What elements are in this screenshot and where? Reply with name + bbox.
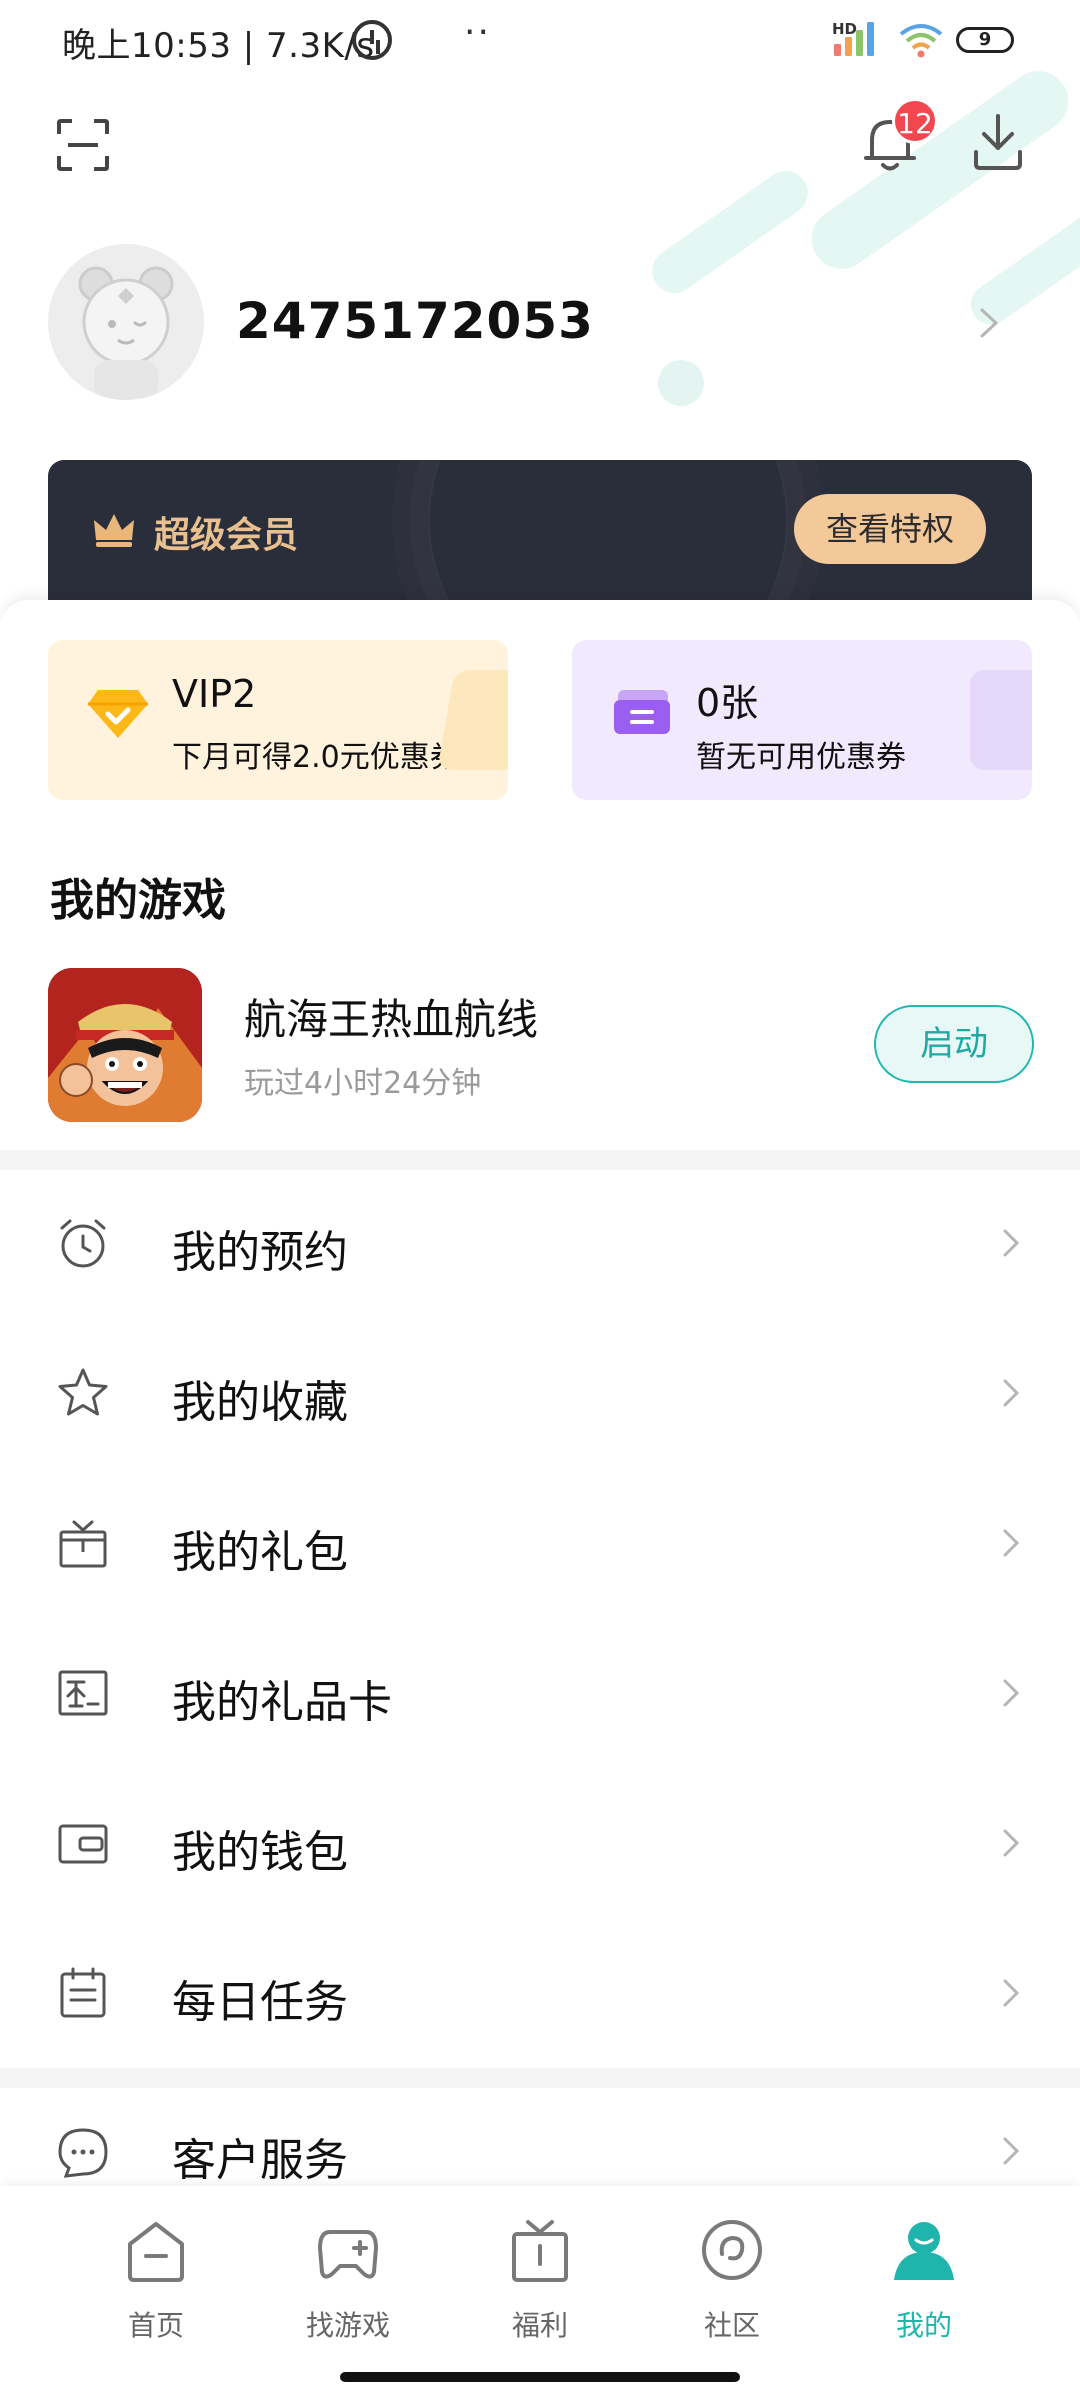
gift-card-icon <box>58 1670 108 1716</box>
menu-item-wallet[interactable]: 我的钱包 <box>0 1768 1080 1918</box>
view-privileges-button[interactable]: 查看特权 <box>794 494 986 564</box>
user-id[interactable]: 2475172053 <box>236 292 594 350</box>
gift-box-icon <box>59 1520 107 1568</box>
avatar-mascot-icon <box>78 266 174 400</box>
pirate-character-icon <box>48 968 202 1122</box>
chevron-right-icon[interactable] <box>976 306 1002 340</box>
chevron-right-icon <box>1003 1679 1020 1707</box>
wallet-icon <box>58 1824 108 1864</box>
chevron-right-icon <box>1003 2137 1020 2165</box>
download-icon[interactable] <box>970 112 1026 174</box>
chevron-right-icon <box>1003 1379 1020 1407</box>
nav-label: 找游戏 <box>305 2309 390 2342</box>
community-icon <box>702 2220 762 2280</box>
signal-icon <box>834 22 874 56</box>
home-indicator[interactable] <box>340 2372 740 2382</box>
game-icon[interactable] <box>48 968 202 1122</box>
menu-item-label: 我的预约 <box>172 1227 348 1278</box>
home-icon <box>128 2222 184 2282</box>
super-member-title: 超级会员 <box>154 515 299 556</box>
diamond-icon <box>88 690 148 738</box>
gift-icon <box>512 2220 568 2282</box>
menu-item-label: 我的钱包 <box>172 1827 348 1878</box>
menu-item-reservations[interactable]: 我的预约 <box>0 1168 1080 1318</box>
profile-icon <box>894 2222 954 2280</box>
card-decoration <box>437 670 508 770</box>
menu-item-label: 每日任务 <box>172 1977 348 2028</box>
chevron-right-icon <box>1003 1979 1020 2007</box>
battery-icon: 9 <box>956 27 1014 53</box>
chevron-right-icon <box>1003 1529 1020 1557</box>
scan-icon[interactable] <box>56 118 110 172</box>
nav-item-benefits[interactable]: 福利 <box>470 2218 610 2358</box>
nav-label: 社区 <box>703 2309 760 2342</box>
alarm-clock-icon <box>60 1219 106 1268</box>
section-divider <box>0 1150 1080 1170</box>
section-divider <box>0 2068 1080 2088</box>
avatar[interactable] <box>48 244 204 400</box>
menu-item-favorites[interactable]: 我的收藏 <box>0 1318 1080 1468</box>
nav-item-find-games[interactable]: 找游戏 <box>278 2218 418 2358</box>
menu-item-label: 客户服务 <box>172 2135 348 2186</box>
coupon-count: 0张 <box>696 681 759 725</box>
wifi-icon <box>899 24 943 58</box>
crown-icon <box>94 514 134 547</box>
status-more-dots: ·· <box>464 12 491 53</box>
menu-item-daily-tasks[interactable]: 每日任务 <box>0 1918 1080 2068</box>
chevron-right-icon <box>1003 1829 1020 1857</box>
nav-item-community[interactable]: 社区 <box>662 2218 802 2358</box>
chat-bubble-icon <box>58 2128 108 2178</box>
vip-level: VIP2 <box>172 672 257 716</box>
menu-item-label: 我的礼包 <box>172 1527 348 1578</box>
game-name: 航海王热血航线 <box>244 995 539 1044</box>
status-time-speed: 晚上10:53 | 7.3K/s <box>62 26 375 66</box>
vip-next-month-reward: 下月可得2.0元优惠券 <box>172 740 460 775</box>
star-icon <box>58 1368 108 1416</box>
menu-item-label: 我的收藏 <box>172 1377 348 1428</box>
game-play-time: 玩过4小时24分钟 <box>244 1066 482 1101</box>
my-games-title: 我的游戏 <box>50 875 226 926</box>
menu-item-gift-packs[interactable]: 我的礼包 <box>0 1468 1080 1618</box>
coupon-card[interactable]: 0张 暂无可用优惠券 <box>572 640 1032 800</box>
nav-label: 我的 <box>895 2309 952 2342</box>
bottom-navigation: 首页 找游戏 福利 社区 我的 <box>0 2186 1080 2400</box>
card-decoration <box>970 670 1032 770</box>
header-decoration <box>643 162 817 302</box>
gamepad-icon <box>318 2230 378 2279</box>
nav-label: 福利 <box>511 2309 568 2342</box>
task-list-icon <box>60 1967 106 2018</box>
nav-item-home[interactable]: 首页 <box>86 2218 226 2358</box>
super-member-banner[interactable]: 超级会员 查看特权 <box>48 460 1032 600</box>
launch-button[interactable]: 启动 <box>874 1005 1034 1083</box>
chevron-right-icon <box>1003 1229 1020 1257</box>
banner-rings-decoration <box>428 460 788 600</box>
notification-badge: 12 <box>892 98 938 144</box>
vip-level-card[interactable]: VIP2 下月可得2.0元优惠券 <box>48 640 508 800</box>
nav-item-me[interactable]: 我的 <box>854 2218 994 2358</box>
coupon-icon <box>614 690 670 734</box>
header-decoration-dot <box>658 360 704 406</box>
game-list-item[interactable]: 航海王热血航线 玩过4小时24分钟 启动 <box>0 960 1080 1126</box>
coupon-status: 暂无可用优惠券 <box>696 740 906 775</box>
status-bar: 晚上10:53 | 7.3K/s ·· HD 9 <box>0 0 1080 84</box>
menu-item-label: 我的礼品卡 <box>172 1677 392 1728</box>
nav-label: 首页 <box>127 2309 184 2342</box>
alarm-status-icon <box>352 20 392 60</box>
menu-item-gift-card[interactable]: 我的礼品卡 <box>0 1618 1080 1768</box>
